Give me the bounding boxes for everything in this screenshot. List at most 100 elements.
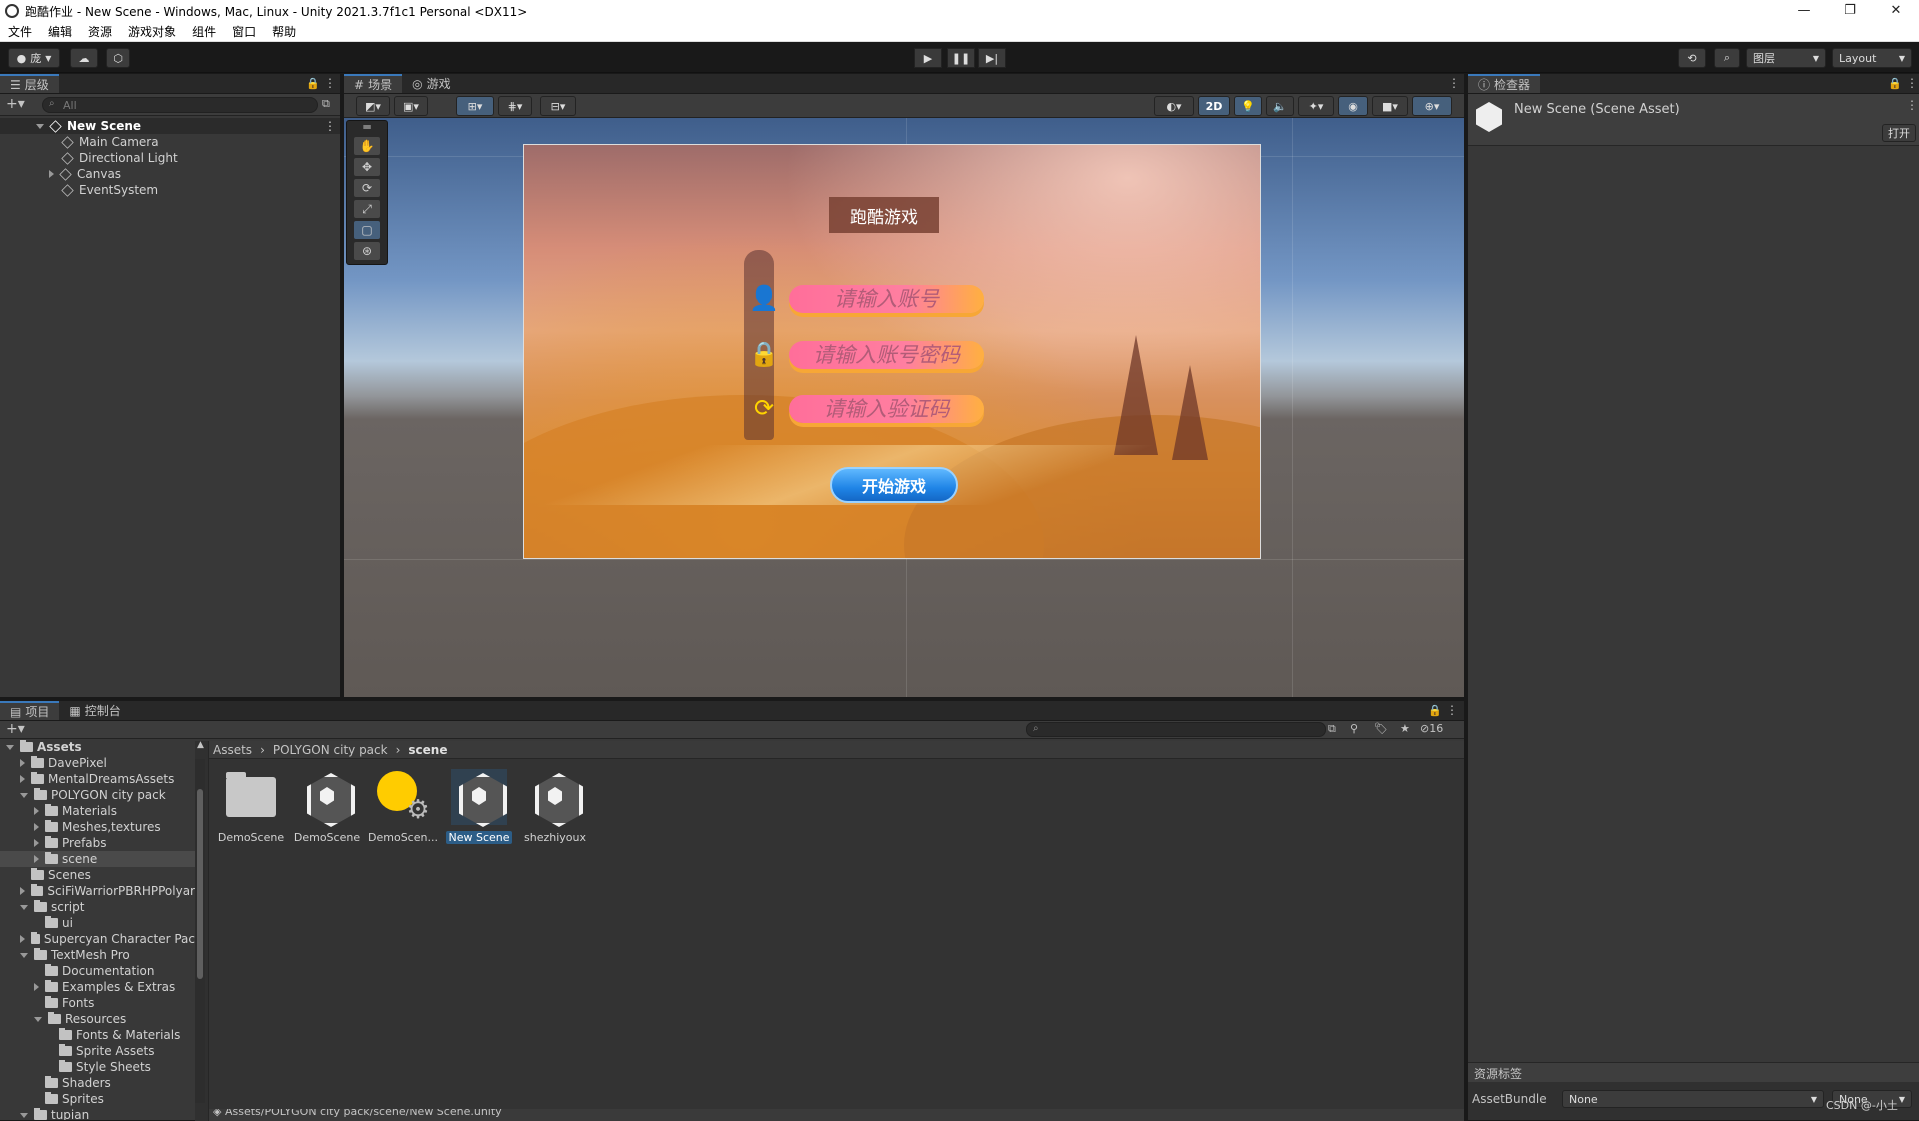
project-tree-item[interactable]: Sprites [0,1091,195,1107]
asset-tile[interactable]: DemoScene [289,769,365,844]
menu-help[interactable]: 帮助 [264,23,304,40]
expand-arrow-icon[interactable] [34,823,39,831]
project-tree-item[interactable]: script [0,899,195,915]
project-tree-item[interactable]: Documentation [0,963,195,979]
project-tree-item[interactable]: DavePixel [0,755,195,771]
move-tool-icon[interactable]: ✥ [354,158,380,176]
audio-toggle-icon[interactable]: 🔈 [1266,96,1294,116]
project-tree-item[interactable]: tupian [0,1107,195,1120]
expand-arrow-icon[interactable] [20,887,25,895]
scene-visibility-icon[interactable]: ◉ [1338,96,1368,116]
expand-arrow-open-icon[interactable] [6,744,14,750]
project-tree-item[interactable]: Meshes,textures [0,819,195,835]
hierarchy-item-directional-light[interactable]: Directional Light [0,150,340,166]
project-tree-item[interactable]: SciFiWarriorPBRHPPolyar [0,883,195,899]
project-tree-item[interactable]: scene [0,851,195,867]
expand-arrow-open-icon[interactable] [20,952,28,958]
project-tree-item[interactable]: MentalDreamsAssets [0,771,195,787]
menu-window[interactable]: 窗口 [224,23,264,40]
expand-arrow-icon[interactable] [20,759,25,767]
breadcrumb-assets[interactable]: Assets [213,743,252,757]
cloud-icon[interactable]: ☁ [70,48,98,68]
expand-arrow-open-icon[interactable] [20,1112,28,1118]
increment-snap-icon[interactable]: ⊟▾ [540,96,576,116]
transform-tool-icon[interactable]: ⊛ [354,242,380,260]
grid-snapping-dropdown[interactable]: ⊞▾ [456,96,494,116]
close-button[interactable]: ✕ [1873,0,1919,22]
expand-arrow-open-icon[interactable] [20,792,28,798]
more-options-icon[interactable]: ⋮ [1906,98,1918,112]
expand-arrow-open-icon[interactable] [34,1016,42,1022]
project-tree-item[interactable]: TextMesh Pro [0,947,195,963]
project-tree-item[interactable]: Supercyan Character Pac [0,931,195,947]
more-options-icon[interactable]: ⋮ [324,119,336,133]
lock-icon[interactable]: 🔒 [1428,704,1442,717]
hidden-packages-icon[interactable]: ⊘16 [1420,722,1443,735]
menu-edit[interactable]: 编辑 [40,23,80,40]
asset-tile[interactable]: shezhiyoux [517,769,593,844]
tab-game[interactable]: ◎ 游戏 [402,74,461,93]
project-tree-item[interactable]: Resources [0,1011,195,1027]
tab-inspector[interactable]: ⓘ 检查器 [1468,74,1541,93]
layout-dropdown[interactable]: Layout ▼ [1832,48,1912,68]
expand-arrow-icon[interactable] [20,935,25,943]
project-tree-item[interactable]: Materials [0,803,195,819]
search-icon[interactable]: ⌕ [1714,48,1740,68]
captcha-input[interactable]: 请输入验证码 [789,395,984,423]
account-dropdown[interactable]: ● 庞 ▼ [8,48,60,68]
hierarchy-search-input[interactable]: ⌕ All [42,97,318,113]
asset-tile[interactable]: New Scene [441,769,517,844]
breadcrumb-polygon-city-pack[interactable]: POLYGON city pack [273,743,388,757]
shading-dropdown[interactable]: ◐▾ [1154,96,1194,116]
lock-icon[interactable]: 🔒 [1888,77,1902,90]
menu-component[interactable]: 组件 [184,23,224,40]
more-options-icon[interactable]: ⋮ [1446,703,1458,717]
project-tree-item[interactable]: Fonts & Materials [0,1027,195,1043]
expand-arrow-icon[interactable] [34,839,39,847]
start-game-button[interactable]: 开始游戏 [830,467,958,503]
more-options-icon[interactable]: ⋮ [1448,76,1460,90]
render-mode-dropdown[interactable]: ▣▾ [394,96,428,116]
menu-assets[interactable]: 资源 [80,23,120,40]
drag-handle-icon[interactable]: ═ [354,121,380,133]
expand-arrow-open-icon[interactable] [20,904,28,910]
more-options-icon[interactable]: ⋮ [1906,76,1918,90]
open-button[interactable]: 打开 [1882,124,1916,142]
project-tree-item[interactable]: Fonts [0,995,195,1011]
scrollbar-thumb[interactable] [197,789,203,979]
collab-icon[interactable]: ⬡ [106,48,130,68]
history-icon[interactable]: ⟲ [1678,48,1706,68]
expand-arrow-icon[interactable] [34,855,39,863]
expand-arrow-icon[interactable] [20,775,25,783]
hierarchy-item-main-camera[interactable]: Main Camera [0,134,340,150]
expand-arrow-icon[interactable] [36,123,44,129]
expand-arrow-icon[interactable] [34,983,39,991]
search-by-type-icon[interactable]: ⧉ [1328,722,1336,736]
label-icon[interactable]: 🏷 [1374,722,1388,735]
hand-tool-icon[interactable]: ✋ [354,137,380,155]
favorite-star-icon[interactable]: ★ [1400,722,1410,735]
project-tree-item[interactable]: Sprite Assets [0,1043,195,1059]
project-tree-item[interactable]: POLYGON city pack [0,787,195,803]
assetbundle-dropdown[interactable]: None ▼ [1562,1090,1824,1108]
project-tree-item[interactable]: ui [0,915,195,931]
layers-dropdown[interactable]: 图层 ▼ [1746,48,1826,68]
breadcrumb-scene[interactable]: scene [408,743,447,757]
expand-arrow-icon[interactable] [49,170,54,178]
menu-file[interactable]: 文件 [0,23,40,40]
step-button[interactable]: ▶| [978,48,1006,68]
expand-arrow-icon[interactable] [34,807,39,815]
project-tree-item[interactable]: Style Sheets [0,1059,195,1075]
hierarchy-item-canvas[interactable]: Canvas [0,166,340,182]
gizmos-dropdown[interactable]: ⊕▾ [1412,96,1452,116]
project-tree-item[interactable]: Shaders [0,1075,195,1091]
effects-dropdown[interactable]: ✦▾ [1298,96,1334,116]
2d-toggle-button[interactable]: 2D [1198,96,1230,116]
project-tree-item[interactable]: Examples & Extras [0,979,195,995]
scale-tool-icon[interactable]: ⤢ [354,200,380,218]
collapse-arrow-icon[interactable]: ▲ [197,740,204,750]
project-tree-item[interactable]: Assets [0,739,195,755]
game-canvas-frame[interactable]: 跑酷游戏 👤 请输入账号 🔒 请输入账号密码 ⟳ 请输入验证码 开始游戏 [523,144,1261,559]
password-input[interactable]: 请输入账号密码 [789,341,984,369]
maximize-button[interactable]: ❐ [1827,0,1873,22]
